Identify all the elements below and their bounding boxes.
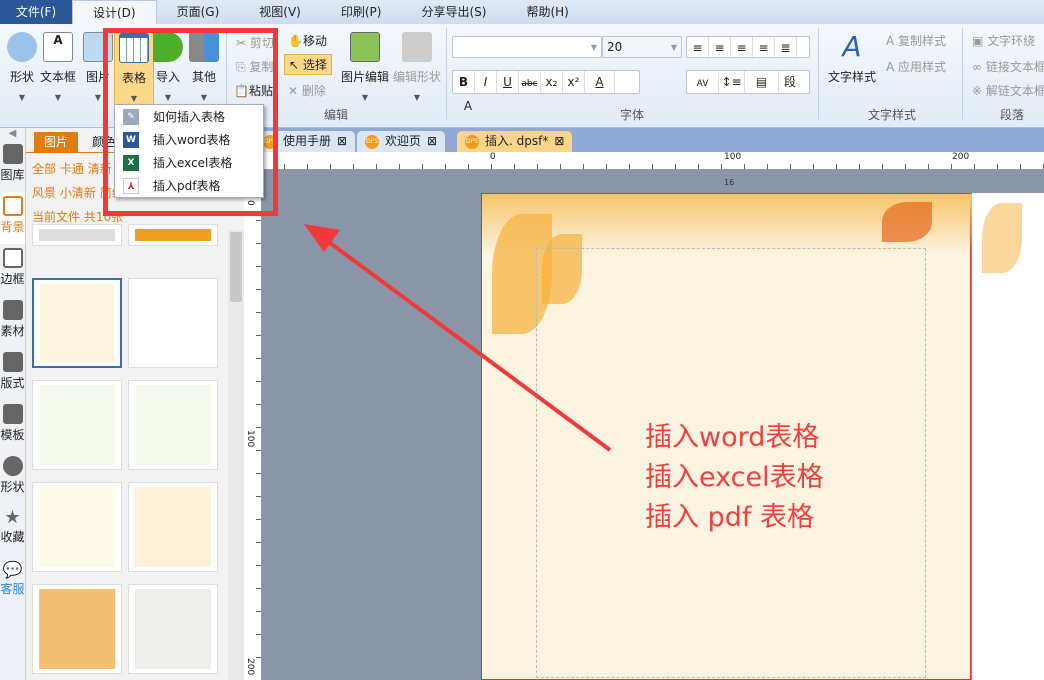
annotation-text: 插入word表格 插入excel表格 插入 pdf 表格	[645, 418, 824, 538]
highlight-box	[103, 28, 278, 216]
annotation-line: 插入word表格	[645, 422, 820, 453]
arrow-line	[316, 232, 612, 452]
annotation-line: 插入excel表格	[645, 462, 824, 493]
annotation-line: 插入 pdf 表格	[645, 502, 814, 533]
